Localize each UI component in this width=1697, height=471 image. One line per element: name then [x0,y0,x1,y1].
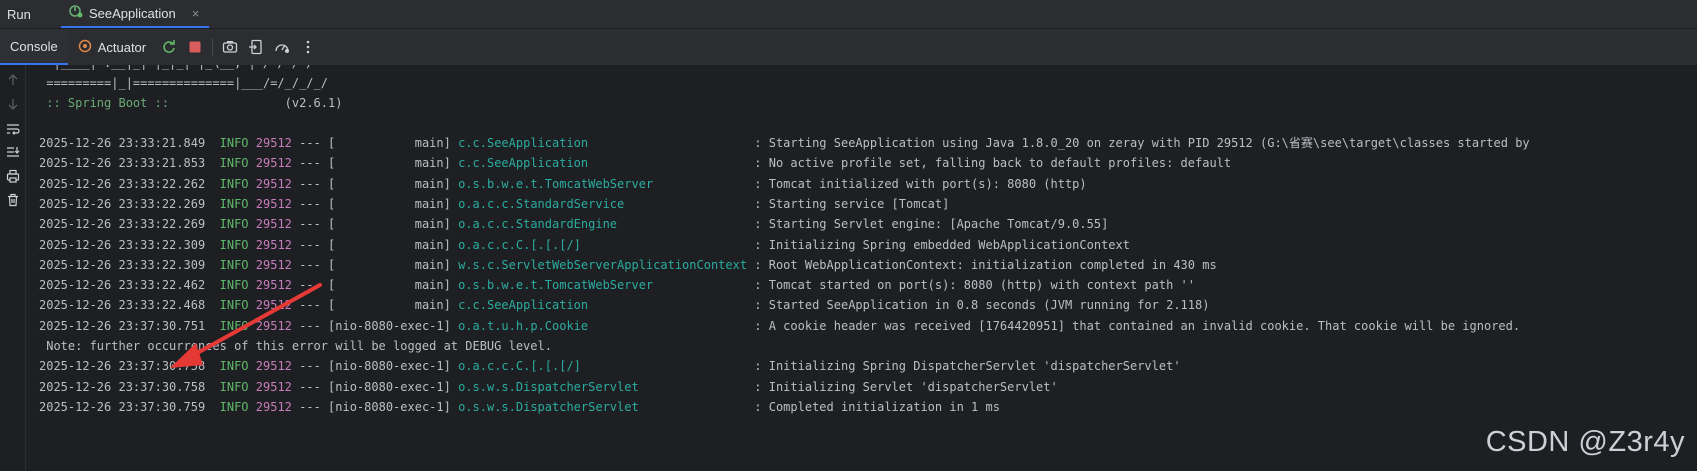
annotation-arrow [170,283,322,368]
watermark: CSDN @Z3r4y [1485,426,1685,458]
